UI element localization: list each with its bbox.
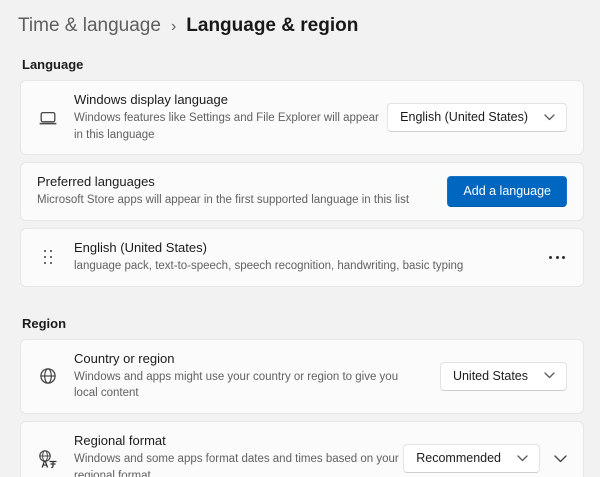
display-language-dropdown-value: English (United States) (400, 110, 528, 125)
page-title: Language & region (186, 15, 359, 36)
windows-display-language-title: Windows display language (74, 92, 228, 107)
laptop-icon (38, 108, 58, 128)
country-description: Windows and apps might use your country … (74, 370, 399, 400)
windows-display-language-description: Windows features like Settings and File … (74, 112, 379, 141)
globe-icon (38, 366, 58, 386)
country-text: Country or region Windows and apps might… (74, 340, 440, 413)
grip-dots-icon[interactable] (38, 249, 58, 265)
regional-format-title: Regional format (74, 433, 166, 449)
region-section-label: Region (22, 315, 67, 331)
language-item-description: language pack, text-to-speech, speech re… (74, 260, 464, 273)
add-a-language-button[interactable]: Add a language (447, 176, 567, 208)
regional-format-dropdown[interactable]: Recommended (403, 444, 540, 474)
settings-page: Time & language › Language & region Lang… (0, 0, 600, 477)
preferred-languages-description: Microsoft Store apps will appear in the … (37, 194, 410, 207)
windows-display-language-card: Windows display language Windows feature… (20, 80, 584, 156)
preferred-languages-title: Preferred languages (37, 174, 155, 190)
language-section-label: Language (22, 57, 84, 72)
regional-format-card: A Regional format Windows and some apps … (20, 421, 584, 477)
language-item-text: English (United States) language pack, t… (74, 229, 547, 286)
chevron-down-icon (544, 114, 555, 121)
preferred-languages-text: Preferred languages Microsoft Store apps… (37, 163, 447, 220)
country-or-region-card: Country or region Windows and apps might… (20, 338, 584, 415)
windows-display-language-text: Windows display language Windows feature… (74, 81, 387, 154)
expand-chevron-down-icon[interactable] (554, 455, 567, 463)
regional-format-text: Regional format Windows and some apps fo… (74, 422, 403, 477)
display-language-dropdown[interactable]: English (United States) (387, 103, 567, 133)
country-dropdown-value: United States (452, 368, 528, 383)
regional-format-description: Windows and some apps format dates and t… (74, 453, 399, 477)
language-list-item-card[interactable]: English (United States) language pack, t… (20, 228, 584, 287)
preferred-languages-card: Preferred languages Microsoft Store apps… (20, 162, 584, 222)
country-title: Country or region (74, 350, 175, 366)
country-dropdown[interactable]: United States (439, 361, 567, 391)
breadcrumb-separator: › (170, 17, 177, 35)
more-options-icon[interactable] (547, 250, 567, 265)
chevron-down-icon (544, 372, 555, 379)
breadcrumb: Time & language › Language & region (16, 12, 583, 40)
breadcrumb-parent[interactable]: Time & language (18, 15, 161, 37)
regional-format-dropdown-value: Recommended (416, 451, 501, 466)
translate-globe-icon: A (38, 449, 58, 469)
svg-text:A: A (41, 459, 48, 469)
chevron-down-icon (517, 455, 528, 462)
language-item-title: English (United States) (74, 240, 207, 256)
